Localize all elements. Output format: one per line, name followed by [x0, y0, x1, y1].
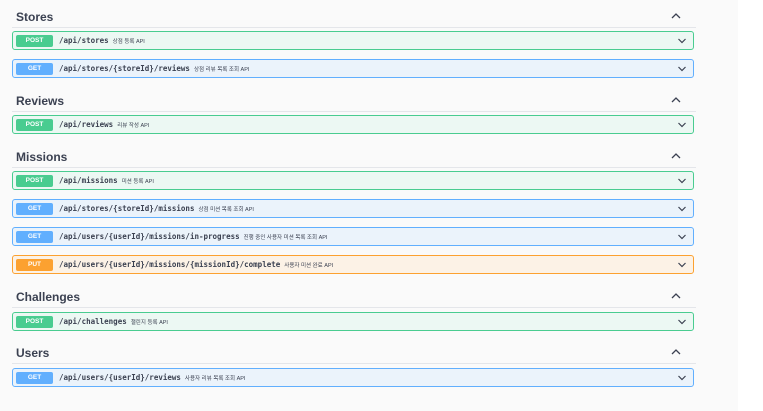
chevron-down-icon[interactable]: [677, 120, 687, 130]
tag-divider: [12, 111, 696, 112]
operation-summary: 리뷰 작성 API: [117, 122, 150, 129]
tag-divider: [12, 363, 696, 364]
chevron-up-icon[interactable]: [670, 290, 682, 302]
method-badge: GET: [16, 62, 53, 75]
method-badge: GET: [16, 371, 53, 384]
tag-title-stores: Stores: [16, 10, 54, 24]
operation-get-user-missions-in-progress[interactable]: GET /api/users/{userId}/missions/in-prog…: [12, 227, 694, 246]
operation-path: /api/stores/{storeId}/missions: [59, 204, 195, 213]
operation-post-stores[interactable]: POST /api/stores 상점 등록 API: [12, 31, 694, 50]
operation-post-reviews[interactable]: POST /api/reviews 리뷰 작성 API: [12, 115, 694, 134]
tag-header-challenges[interactable]: Challenges: [12, 286, 696, 308]
api-tag-list: Stores POST /api/stores 상점 등록 API GET /a…: [0, 0, 738, 411]
operation-summary: 미션 등록 API: [121, 178, 154, 185]
operation-summary: 챌린지 등록 API: [130, 319, 168, 326]
tag-title-reviews: Reviews: [16, 94, 65, 108]
chevron-down-icon[interactable]: [677, 176, 687, 186]
page-gutter: [738, 0, 763, 411]
method-badge: POST: [16, 34, 53, 47]
method-badge: PUT: [16, 258, 53, 271]
operation-post-challenges[interactable]: POST /api/challenges 챌린지 등록 API: [12, 312, 694, 331]
tag-header-reviews[interactable]: Reviews: [12, 90, 696, 112]
chevron-down-icon[interactable]: [677, 36, 687, 46]
tag-divider: [12, 307, 696, 308]
chevron-up-icon[interactable]: [670, 150, 682, 162]
method-badge: POST: [16, 174, 53, 187]
operation-get-store-reviews[interactable]: GET /api/stores/{storeId}/reviews 상점 리뷰 …: [12, 59, 694, 78]
operation-path: /api/users/{userId}/missions/{missionId}…: [59, 260, 281, 269]
tag-title-users: Users: [16, 346, 50, 360]
operation-get-store-missions[interactable]: GET /api/stores/{storeId}/missions 상점 미션…: [12, 199, 694, 218]
tag-title-challenges: Challenges: [16, 290, 81, 304]
operation-path: /api/users/{userId}/missions/in-progress: [59, 232, 240, 241]
chevron-down-icon[interactable]: [677, 317, 687, 327]
operation-path: /api/stores/{storeId}/reviews: [59, 64, 190, 73]
tag-header-users[interactable]: Users: [12, 342, 696, 364]
operation-summary: 사용자 리뷰 목록 조회 API: [184, 375, 246, 382]
chevron-up-icon[interactable]: [670, 94, 682, 106]
method-badge: POST: [16, 315, 53, 328]
operation-put-mission-complete[interactable]: PUT /api/users/{userId}/missions/{missio…: [12, 255, 694, 274]
operation-summary: 사용자 미션 완료 API: [284, 262, 334, 269]
chevron-up-icon[interactable]: [670, 346, 682, 358]
operation-summary: 진행 중인 사용자 미션 목록 조회 API: [243, 234, 328, 241]
method-badge: GET: [16, 230, 53, 243]
chevron-down-icon[interactable]: [677, 260, 687, 270]
operation-summary: 상점 미션 목록 조회 API: [198, 206, 254, 213]
chevron-down-icon[interactable]: [677, 232, 687, 242]
chevron-up-icon[interactable]: [670, 10, 682, 22]
tag-divider: [12, 167, 696, 168]
chevron-down-icon[interactable]: [677, 64, 687, 74]
tag-divider: [12, 27, 696, 28]
operation-post-missions[interactable]: POST /api/missions 미션 등록 API: [12, 171, 694, 190]
swagger-page: Stores POST /api/stores 상점 등록 API GET /a…: [0, 0, 763, 411]
operation-path: /api/challenges: [59, 317, 127, 326]
operation-summary: 상점 등록 API: [112, 38, 145, 45]
chevron-down-icon[interactable]: [677, 373, 687, 383]
method-badge: POST: [16, 118, 53, 131]
tag-header-missions[interactable]: Missions: [12, 146, 696, 168]
operation-path: /api/missions: [59, 176, 118, 185]
operation-summary: 상점 리뷰 목록 조회 API: [193, 66, 250, 73]
operation-path: /api/stores: [59, 36, 109, 45]
tag-title-missions: Missions: [16, 150, 68, 164]
method-badge: GET: [16, 202, 53, 215]
operation-get-user-reviews[interactable]: GET /api/users/{userId}/reviews 사용자 리뷰 목…: [12, 368, 694, 387]
operation-path: /api/reviews: [59, 120, 114, 129]
tag-header-stores[interactable]: Stores: [12, 6, 696, 28]
operation-path: /api/users/{userId}/reviews: [59, 373, 181, 382]
chevron-down-icon[interactable]: [677, 204, 687, 214]
